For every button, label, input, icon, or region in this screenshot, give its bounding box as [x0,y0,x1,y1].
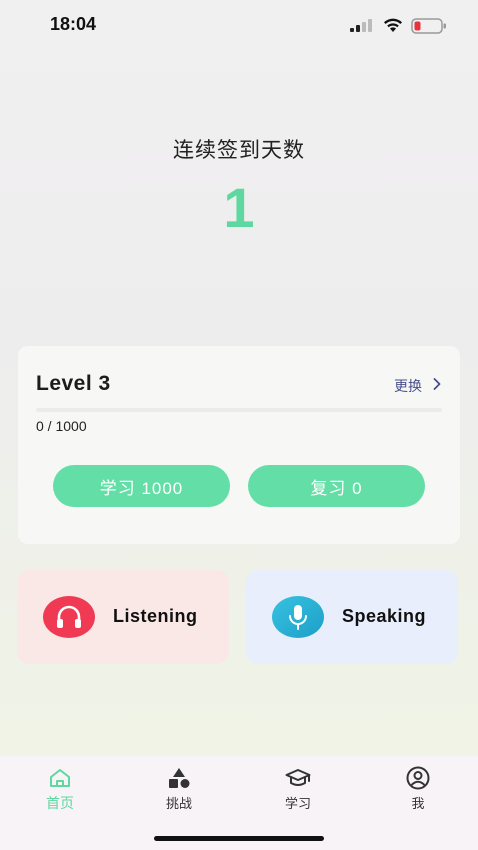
tab-challenge-label: 挑战 [165,796,192,811]
tab-me[interactable]: 我 [378,766,458,816]
listening-label: Listening [113,606,198,626]
chevron-right-icon[interactable] [432,377,442,391]
listening-card[interactable]: Listening [17,570,229,664]
tab-me-label: 我 [411,796,425,811]
checkin-count: 1 [223,176,255,239]
battery-icon [411,18,446,34]
checkin-title: 连续签到天数 [173,139,305,162]
shapes-icon [169,768,190,788]
tab-challenge[interactable]: 挑战 [139,766,219,816]
headphones-icon [43,596,95,638]
study-button[interactable]: 学习 1000 [53,465,230,507]
tab-home-label: 首页 [46,795,74,811]
change-level-link[interactable]: 更换 [394,376,422,396]
progress-text: 0 / 1000 [36,418,87,434]
review-button[interactable]: 复习 0 [248,465,425,507]
home-icon [50,769,70,787]
speaking-label: Speaking [342,606,427,626]
status-time: 18:04 [50,14,97,34]
tab-study[interactable]: 学习 [258,766,338,816]
level-card: Level 3 更换 0 / 1000 学习 1000 复习 0 [18,346,460,544]
graduation-cap-icon [285,769,311,786]
level-title: Level 3 [36,372,111,395]
microphone-icon [272,596,324,638]
speaking-card[interactable]: Speaking [246,570,458,664]
home-indicator [154,836,324,841]
signal-icon [350,19,372,32]
tab-home[interactable]: 首页 [20,766,100,816]
status-bar: 18:04 [0,0,478,52]
level-progress-bar [36,408,442,412]
tab-study-label: 学习 [284,796,311,811]
wifi-icon [384,18,402,32]
user-circle-icon [406,766,430,790]
